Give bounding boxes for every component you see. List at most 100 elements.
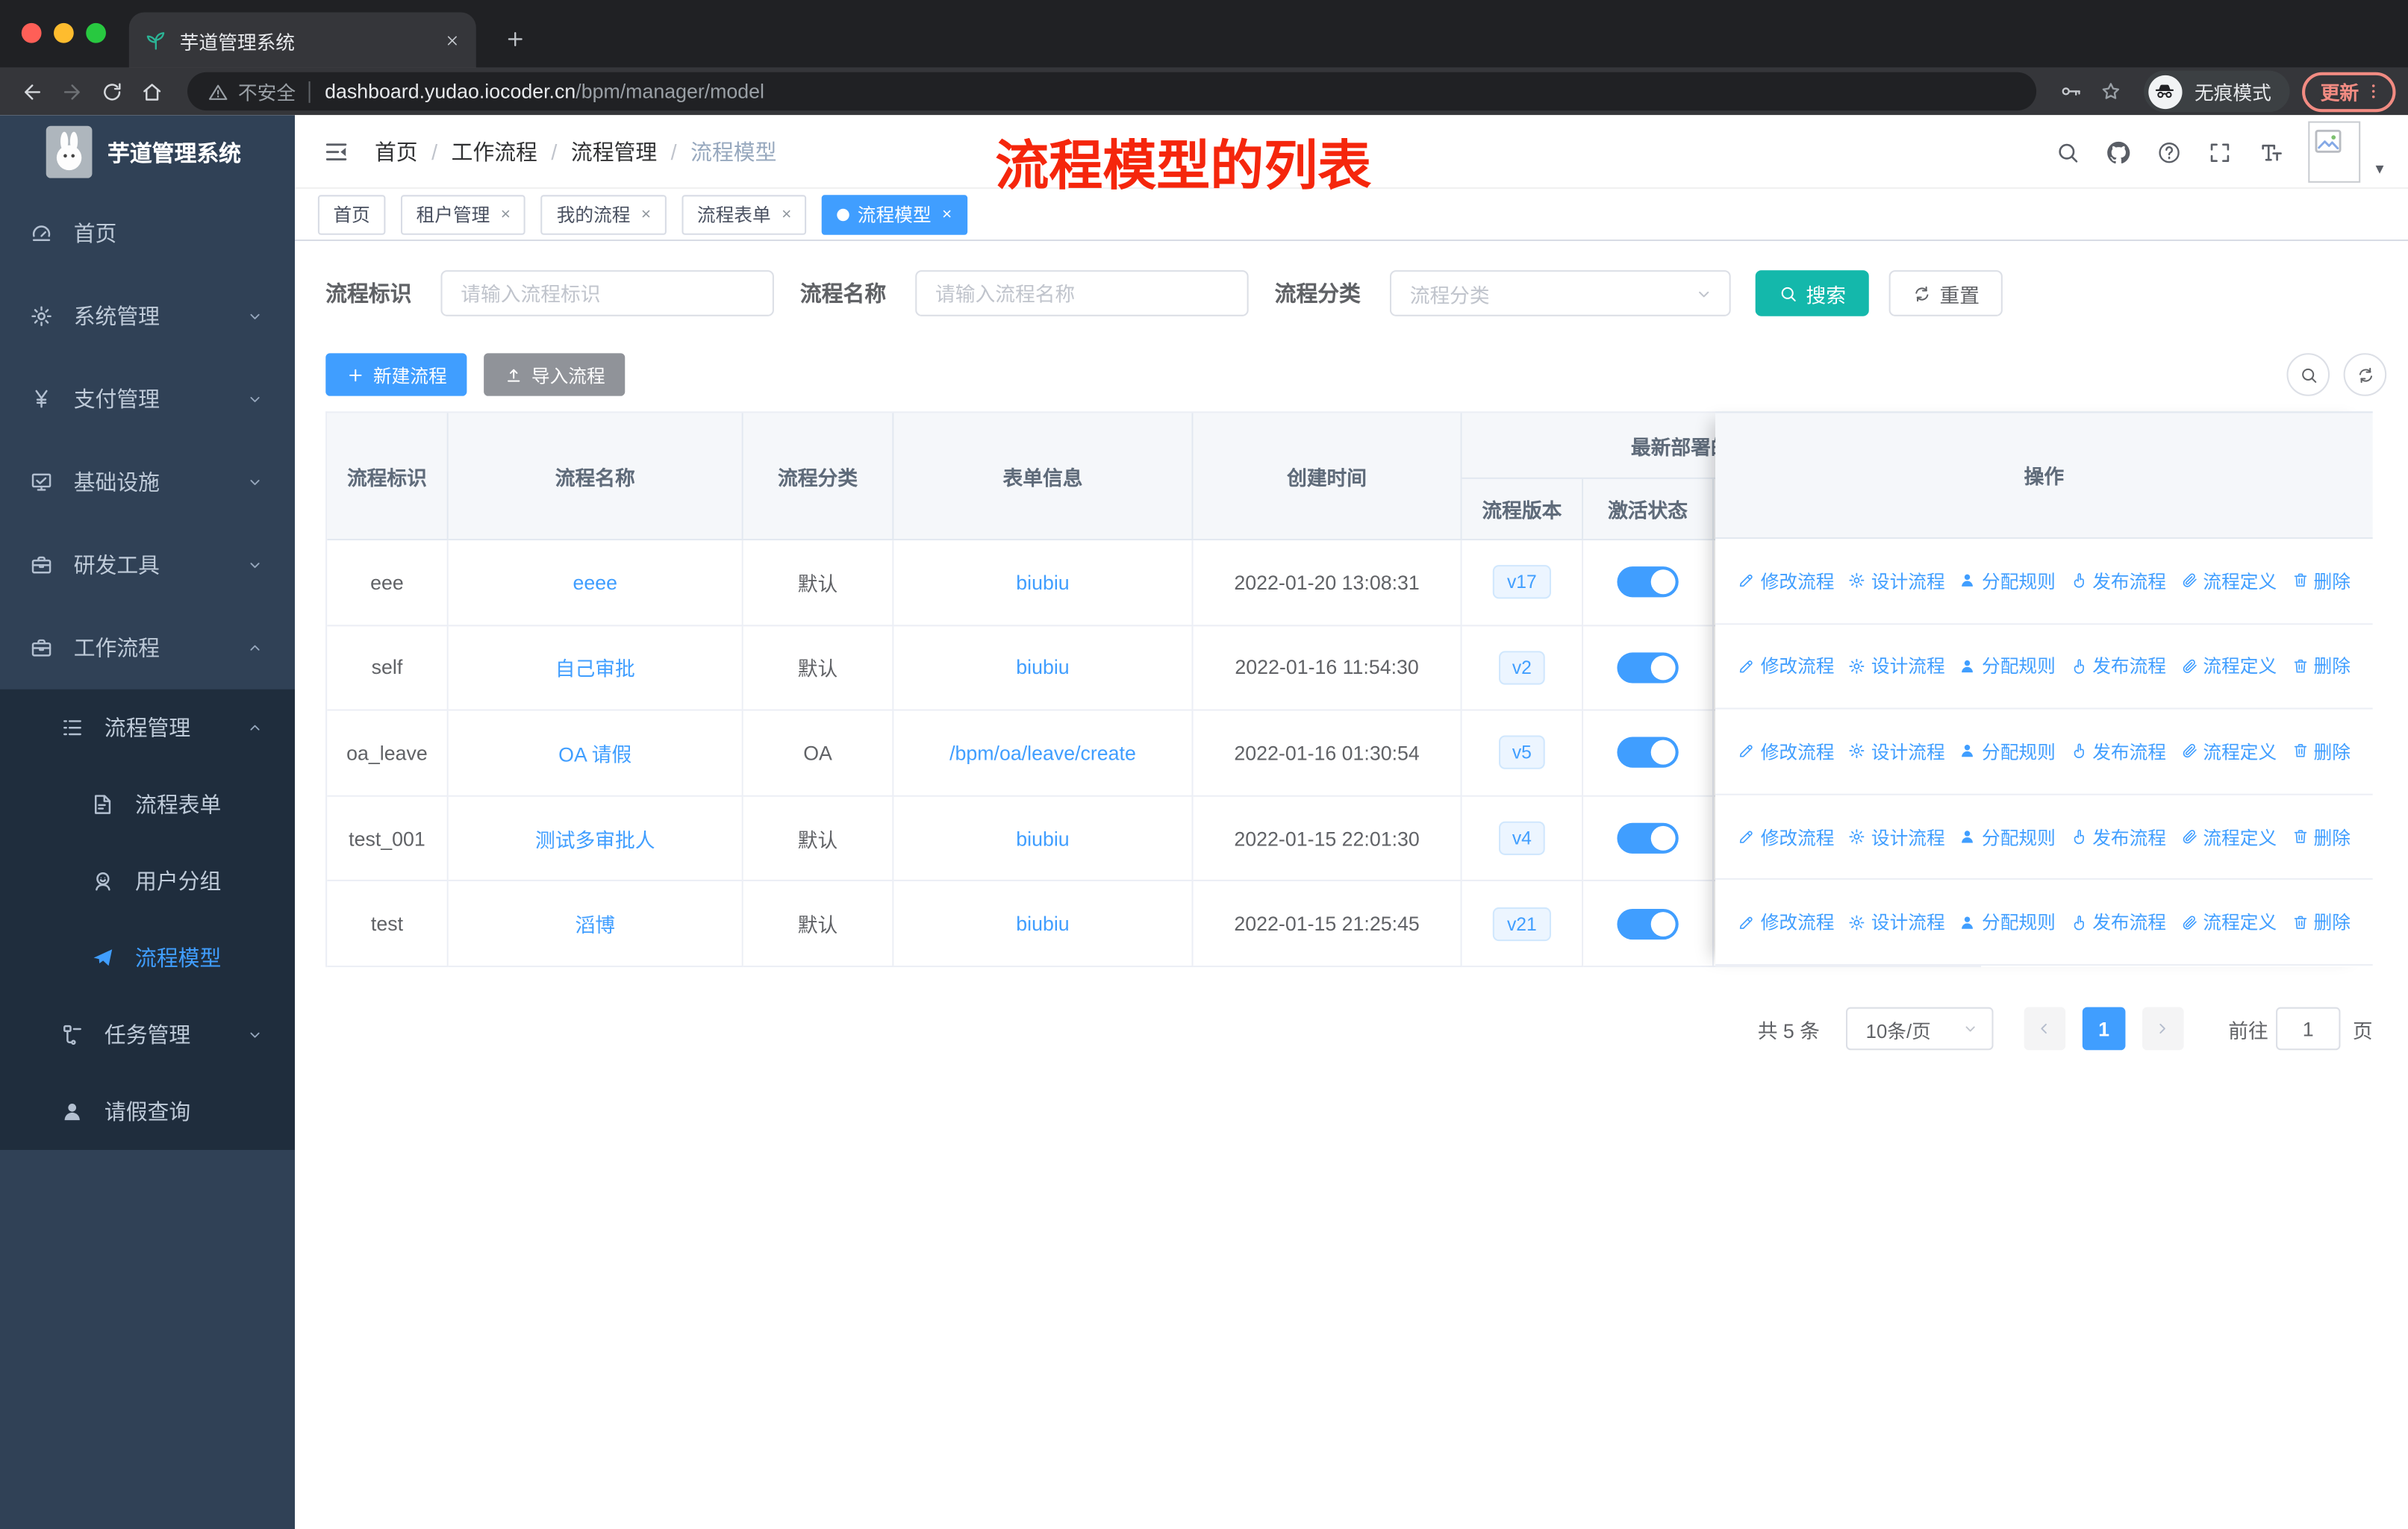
tab-close-icon[interactable] (444, 31, 461, 49)
goto-page-input[interactable] (2276, 1007, 2341, 1051)
category-select[interactable]: 流程分类 (1389, 270, 1731, 316)
minimize-window-button[interactable] (54, 22, 74, 43)
font-size-icon[interactable] (2258, 139, 2284, 165)
form-info-link[interactable]: biubiu (1016, 571, 1069, 594)
action-设计流程[interactable]: 设计流程 (1848, 824, 1945, 850)
next-page-button[interactable] (2142, 1007, 2184, 1051)
action-删除[interactable]: 删除 (2291, 824, 2351, 850)
menu-dots-icon[interactable] (2363, 81, 2383, 101)
close-icon[interactable]: × (782, 205, 791, 224)
refresh-table-button[interactable] (2343, 353, 2387, 396)
import-process-button[interactable]: 导入流程 (484, 353, 626, 396)
search-icon[interactable] (2055, 139, 2081, 165)
action-发布流程[interactable]: 发布流程 (2069, 824, 2166, 850)
tag-流程模型[interactable]: 流程模型 × (822, 194, 967, 234)
new-tab-button[interactable] (494, 19, 534, 58)
action-设计流程[interactable]: 设计流程 (1848, 653, 1945, 679)
hamburger-icon[interactable] (319, 137, 353, 165)
close-window-button[interactable] (21, 22, 42, 43)
reset-button[interactable]: 重置 (1888, 270, 2003, 316)
create-process-button[interactable]: 新建流程 (325, 353, 467, 396)
sidebar-item-流程模型[interactable]: 流程模型 (0, 919, 295, 996)
key-icon[interactable] (2052, 72, 2092, 111)
toggle-search-button[interactable] (2286, 353, 2330, 396)
sidebar-item-首页[interactable]: 首页 (0, 192, 295, 275)
close-icon[interactable]: × (641, 205, 651, 224)
avatar[interactable] (2308, 121, 2361, 183)
action-流程定义[interactable]: 流程定义 (2180, 568, 2277, 594)
action-分配规则[interactable]: 分配规则 (1959, 739, 2056, 765)
question-icon[interactable] (2156, 139, 2183, 165)
breadcrumb-item[interactable]: 首页 (375, 136, 418, 166)
form-info-link[interactable]: biubiu (1016, 656, 1069, 679)
home-icon[interactable] (132, 72, 172, 111)
action-删除[interactable]: 删除 (2291, 568, 2351, 594)
browser-tab[interactable]: 芋道管理系统 (128, 12, 476, 68)
sidebar-item-研发工具[interactable]: 研发工具 (0, 524, 295, 607)
action-发布流程[interactable]: 发布流程 (2069, 739, 2166, 765)
close-icon[interactable]: × (501, 205, 511, 224)
breadcrumb-item[interactable]: 流程管理 (571, 136, 657, 166)
sidebar-item-系统管理[interactable]: 系统管理 (0, 275, 295, 357)
action-发布流程[interactable]: 发布流程 (2069, 653, 2166, 679)
action-分配规则[interactable]: 分配规则 (1959, 824, 2056, 850)
action-修改流程[interactable]: 修改流程 (1738, 568, 1835, 594)
action-流程定义[interactable]: 流程定义 (2180, 909, 2277, 935)
bookmark-star-icon[interactable] (2092, 72, 2131, 111)
sidebar-item-基础设施[interactable]: 基础设施 (0, 440, 295, 523)
sidebar-item-支付管理[interactable]: 支付管理 (0, 357, 295, 440)
tag-流程表单[interactable]: 流程表单 × (681, 194, 807, 234)
action-发布流程[interactable]: 发布流程 (2069, 909, 2166, 935)
sidebar-item-流程表单[interactable]: 流程表单 (0, 766, 295, 843)
process-name-input[interactable] (915, 270, 1249, 316)
action-修改流程[interactable]: 修改流程 (1738, 653, 1835, 679)
action-删除[interactable]: 删除 (2291, 909, 2351, 935)
incognito-chip[interactable]: 无痕模式 (2144, 70, 2290, 113)
page-size-select[interactable]: 10条/页 (1845, 1007, 1994, 1051)
action-设计流程[interactable]: 设计流程 (1848, 909, 1945, 935)
form-info-link[interactable]: biubiu (1016, 912, 1069, 935)
action-流程定义[interactable]: 流程定义 (2180, 653, 2277, 679)
action-发布流程[interactable]: 发布流程 (2069, 568, 2166, 594)
action-删除[interactable]: 删除 (2291, 653, 2351, 679)
action-删除[interactable]: 删除 (2291, 739, 2351, 765)
action-修改流程[interactable]: 修改流程 (1738, 739, 1835, 765)
process-name-link[interactable]: eeee (573, 571, 617, 594)
sidebar-item-用户分组[interactable]: 用户分组 (0, 843, 295, 920)
form-info-link[interactable]: biubiu (1016, 827, 1069, 850)
address-bar[interactable]: 不安全 dashboard.yudao.iocoder.cn/bpm/manag… (187, 72, 2037, 111)
action-修改流程[interactable]: 修改流程 (1738, 909, 1835, 935)
github-icon[interactable] (2106, 139, 2132, 165)
current-page-button[interactable]: 1 (2082, 1007, 2126, 1051)
action-流程定义[interactable]: 流程定义 (2180, 824, 2277, 850)
process-name-link[interactable]: OA 请假 (558, 739, 631, 768)
reload-icon[interactable] (92, 72, 131, 111)
process-name-link[interactable]: 自己审批 (555, 653, 635, 682)
tag-租户管理[interactable]: 租户管理 × (401, 194, 526, 234)
maximize-window-button[interactable] (86, 22, 106, 43)
action-分配规则[interactable]: 分配规则 (1959, 909, 2056, 935)
tag-我的流程[interactable]: 我的流程 × (541, 194, 667, 234)
active-toggle-on[interactable] (1617, 908, 1679, 939)
action-流程定义[interactable]: 流程定义 (2180, 739, 2277, 765)
close-icon[interactable]: × (942, 205, 952, 224)
active-toggle-on[interactable] (1617, 652, 1679, 684)
logo[interactable]: 芋道管理系统 (0, 115, 295, 189)
sidebar-item-任务管理[interactable]: 任务管理 (0, 996, 295, 1073)
update-button[interactable]: 更新 (2302, 71, 2396, 112)
action-设计流程[interactable]: 设计流程 (1848, 739, 1945, 765)
active-toggle-on[interactable] (1617, 566, 1679, 598)
sidebar-item-请假查询[interactable]: 请假查询 (0, 1073, 295, 1150)
prev-page-button[interactable] (2024, 1007, 2066, 1051)
active-toggle-on[interactable] (1617, 737, 1679, 769)
action-分配规则[interactable]: 分配规则 (1959, 653, 2056, 679)
chevron-down-icon[interactable]: ▼ (2373, 161, 2386, 177)
back-icon[interactable] (12, 72, 52, 111)
sidebar-item-流程管理[interactable]: 流程管理 (0, 690, 295, 766)
breadcrumb-item[interactable]: 工作流程 (452, 136, 537, 166)
fullscreen-icon[interactable] (2207, 139, 2233, 165)
forward-icon[interactable] (52, 72, 92, 111)
action-修改流程[interactable]: 修改流程 (1738, 824, 1835, 850)
process-name-link[interactable]: 测试多审批人 (535, 824, 655, 853)
search-button[interactable]: 搜索 (1755, 270, 1869, 316)
